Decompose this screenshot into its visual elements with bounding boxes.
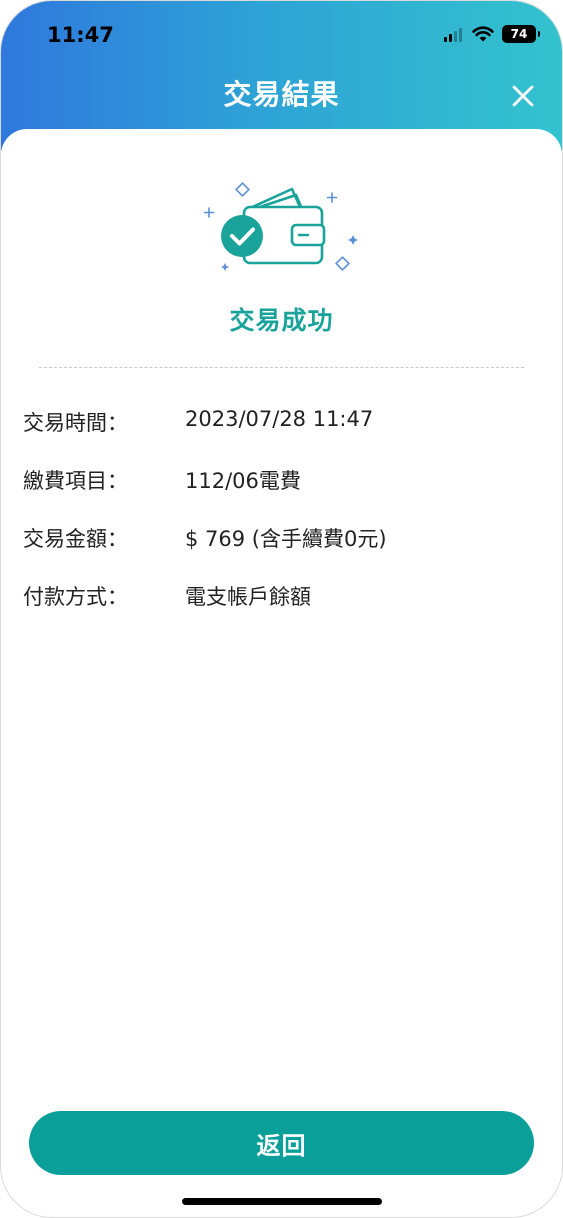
- detail-row-time: 交易時間： 2023/07/28 11:47: [23, 407, 543, 465]
- battery-icon: 74: [502, 25, 540, 43]
- detail-row-payment-method: 付款方式： 電支帳戶餘額: [23, 581, 543, 639]
- detail-label: 繳費項目：: [23, 469, 128, 493]
- battery-level: 74: [510, 27, 528, 41]
- detail-value: 112/06電費: [185, 469, 301, 493]
- return-button[interactable]: 返回: [29, 1111, 534, 1175]
- detail-label: 付款方式：: [23, 585, 128, 609]
- phone-screen: 11:47 74 交易結果 交易成功 交易時間： 2023/07/28 11:4…: [0, 0, 563, 1218]
- detail-row-amount: 交易金額： $ 769 (含手續費0元): [23, 523, 543, 581]
- cellular-signal-icon: [444, 26, 462, 42]
- close-icon: [512, 85, 534, 107]
- status-icons: 74: [444, 25, 540, 43]
- wallet-success-icon: [203, 182, 358, 271]
- wifi-icon: [472, 26, 494, 42]
- detail-row-item: 繳費項目： 112/06電費: [23, 465, 543, 523]
- detail-label: 交易時間：: [23, 411, 128, 435]
- page-title: 交易結果: [223, 78, 340, 111]
- status-bar: 11:47 74: [1, 1, 562, 73]
- home-indicator: [182, 1198, 382, 1205]
- detail-value: 2023/07/28 11:47: [185, 407, 374, 431]
- status-time: 11:47: [47, 23, 114, 47]
- detail-label: 交易金額：: [23, 527, 128, 551]
- close-button[interactable]: [504, 77, 542, 115]
- result-title: 交易成功: [229, 306, 334, 335]
- dashed-divider: [39, 367, 524, 368]
- transaction-details: 交易時間： 2023/07/28 11:47 繳費項目： 112/06電費 交易…: [23, 407, 543, 639]
- detail-value: 電支帳戶餘額: [185, 585, 311, 609]
- detail-value: $ 769 (含手續費0元): [185, 527, 387, 551]
- result-card: 交易成功 交易時間： 2023/07/28 11:47 繳費項目： 112/06…: [1, 129, 562, 1217]
